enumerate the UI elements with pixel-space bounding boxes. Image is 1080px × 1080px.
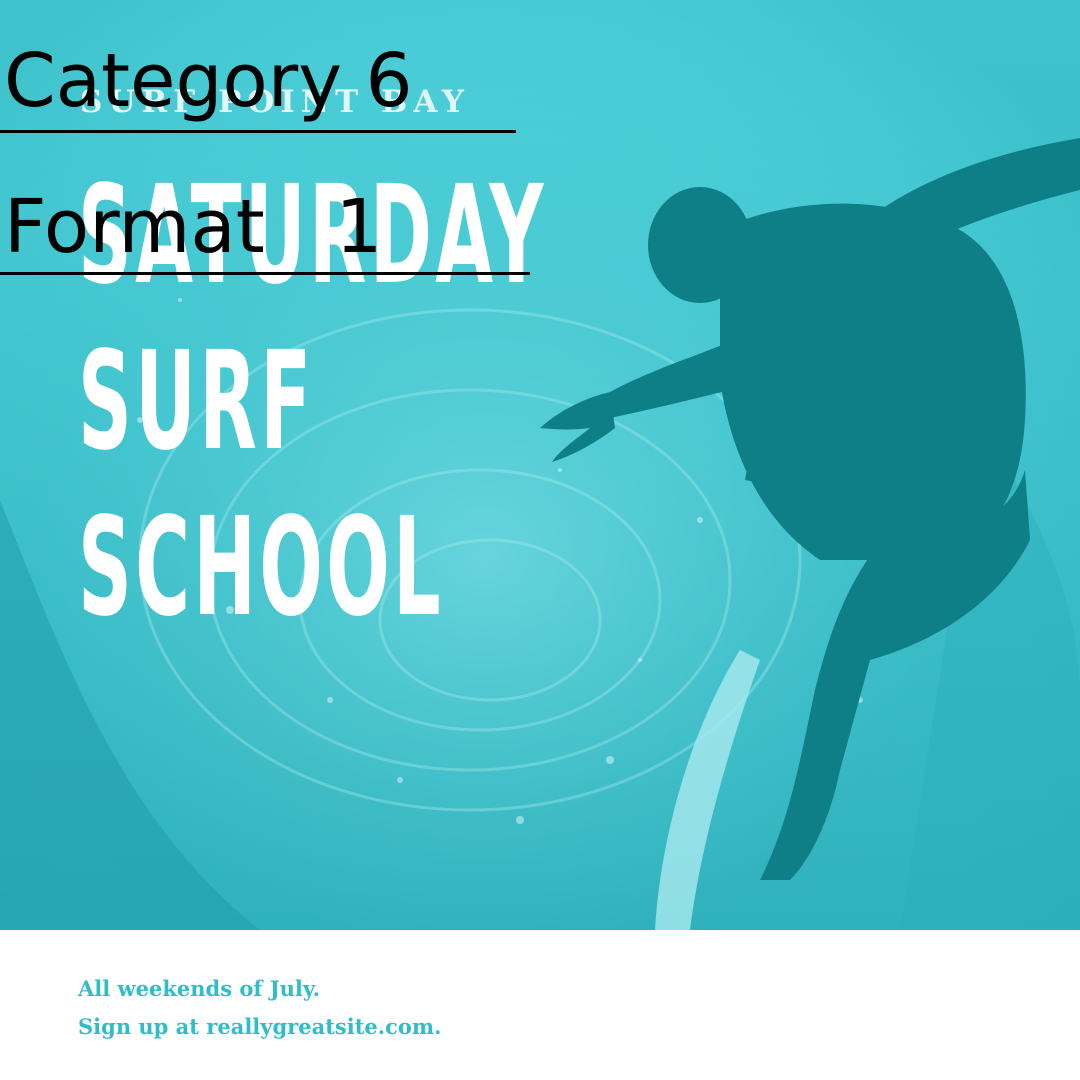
schedule-text: All weekends of July. xyxy=(78,976,320,1001)
format-underline xyxy=(0,272,530,275)
category-label: Category 6 xyxy=(4,38,413,124)
headline-line-3: SCHOOL xyxy=(78,489,445,647)
headline-line-2: SURF xyxy=(78,323,315,481)
poster: SURF POINT BAY SATURDAY SURF SCHOOL Cate… xyxy=(0,0,1080,1080)
category-underline xyxy=(0,130,516,133)
footer-panel: All weekends of July. Sign up at reallyg… xyxy=(0,930,1080,1080)
signup-text: Sign up at reallygreatsite.com. xyxy=(78,1014,442,1039)
format-label: Format 1 xyxy=(4,184,383,270)
